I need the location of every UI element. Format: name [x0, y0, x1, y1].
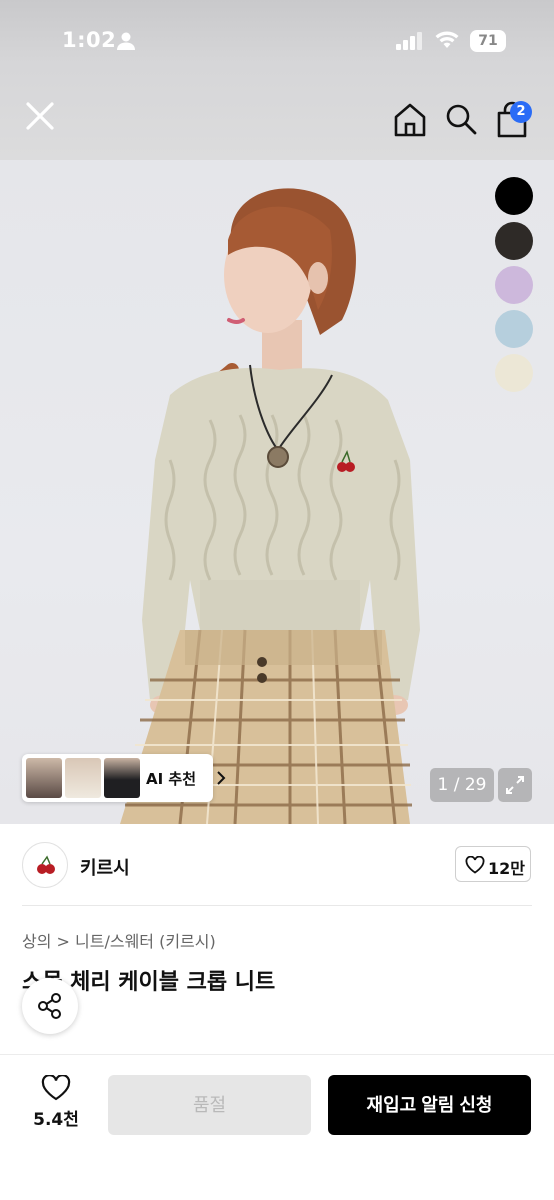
- close-icon[interactable]: [20, 96, 60, 136]
- breadcrumb[interactable]: 상의 > 니트/스웨터 (키르시): [22, 928, 216, 952]
- restock-notify-button[interactable]: 재입고 알림 신청: [328, 1075, 531, 1135]
- heart-icon: [41, 1075, 71, 1101]
- status-bar: 1:02 71: [0, 0, 554, 84]
- person-icon: [117, 32, 135, 50]
- thumbnail-image: [26, 758, 62, 798]
- cart-count-badge: 2: [510, 101, 532, 123]
- image-counter: 1 / 29: [430, 768, 494, 802]
- divider: [22, 905, 532, 906]
- battery-level: 71: [478, 33, 498, 49]
- chevron-right-icon: [217, 771, 226, 785]
- wifi-icon: [435, 31, 459, 48]
- brand-name[interactable]: 키르시: [80, 854, 130, 880]
- soldout-button[interactable]: 품절: [108, 1075, 311, 1135]
- product-image[interactable]: [0, 160, 554, 824]
- color-swatch-dark-brown[interactable]: [495, 222, 533, 260]
- color-swatch-lavender[interactable]: [495, 266, 533, 304]
- search-icon[interactable]: [444, 102, 478, 136]
- top-bar: 1:02 71 2: [0, 0, 554, 160]
- brand-logo[interactable]: [22, 842, 68, 888]
- thumbnail-image: [104, 758, 140, 798]
- expand-button[interactable]: [498, 768, 532, 802]
- color-swatch-sky-blue[interactable]: [495, 310, 533, 348]
- share-button[interactable]: [22, 978, 78, 1034]
- share-icon: [38, 993, 61, 1019]
- ai-recommend-label: AI 추천: [146, 770, 197, 788]
- status-time: 1:02: [62, 28, 117, 52]
- home-icon[interactable]: [390, 102, 430, 138]
- expand-icon: [506, 776, 524, 794]
- product-detail-page: 1:02 71 2 AI 추천 1 / 29 키르시 12만 상의 > 니트/스…: [0, 0, 554, 1200]
- signal-icon: [396, 32, 422, 50]
- thumbnail-image: [65, 758, 101, 798]
- bottom-action-bar: 5.4천 품절 재입고 알림 신청: [0, 1054, 554, 1200]
- color-swatch-cream[interactable]: [495, 354, 533, 392]
- ai-recommend-button[interactable]: AI 추천: [22, 754, 226, 802]
- wishlist-button[interactable]: 5.4천: [28, 1075, 84, 1135]
- wishlist-count: 5.4천: [33, 1110, 79, 1130]
- battery-icon: 71: [470, 30, 506, 52]
- model-photo: [120, 188, 420, 824]
- brand-like-count: 12만: [488, 859, 525, 878]
- brand-row: 키르시 12만: [0, 824, 554, 906]
- brand-like-button[interactable]: 12만: [455, 846, 531, 882]
- color-swatch-black[interactable]: [495, 177, 533, 215]
- heart-icon: [465, 856, 485, 874]
- cherry-icon: [37, 855, 55, 874]
